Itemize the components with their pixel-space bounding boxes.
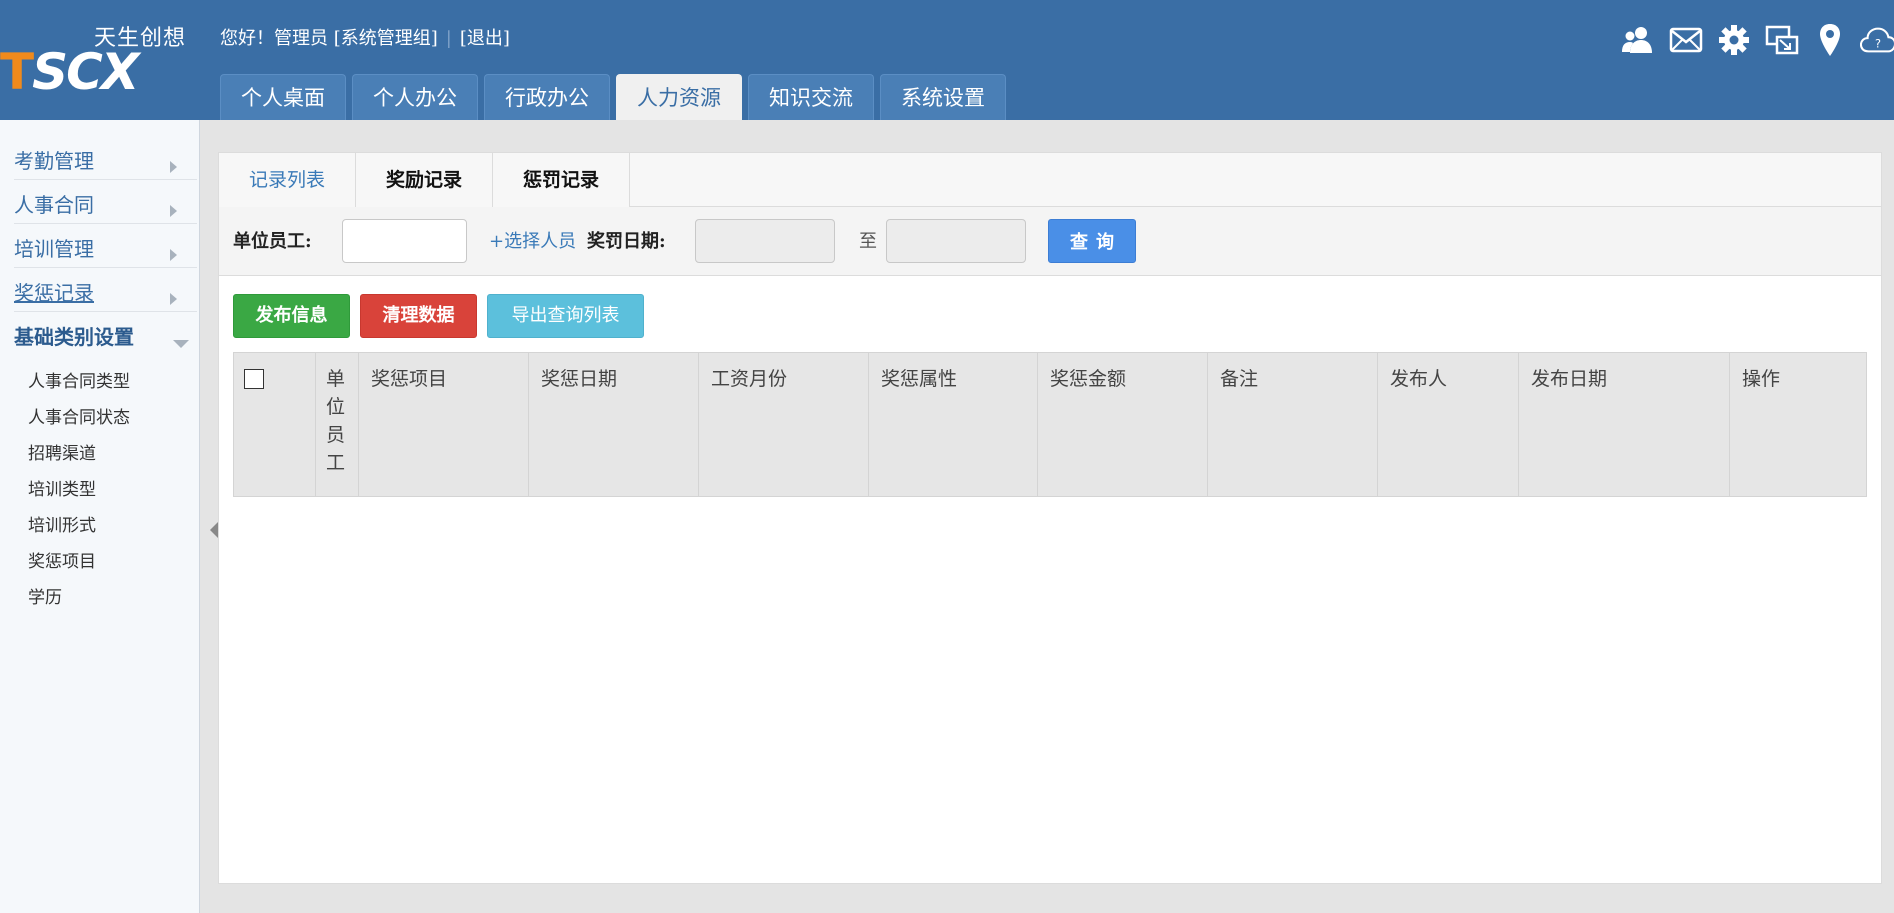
sidebar-item-label: 人事合同: [14, 193, 94, 217]
select-all-checkbox[interactable]: [244, 369, 264, 389]
submenu-item-training-form[interactable]: 培训形式: [0, 508, 199, 544]
clear-data-button[interactable]: 清理数据: [360, 294, 477, 338]
main-tab-system-settings[interactable]: 系统设置: [880, 74, 1006, 120]
sidebar-item-attendance[interactable]: 考勤管理: [14, 136, 197, 180]
tsclx-logo: TSCX 天生创想: [0, 20, 200, 101]
tab-reward-records[interactable]: 奖励记录: [356, 153, 493, 207]
sidebar-item-label: 考勤管理: [14, 149, 94, 173]
export-list-button[interactable]: 导出查询列表: [487, 294, 644, 338]
submenu-item-reward-item[interactable]: 奖惩项目: [0, 544, 199, 580]
date-from-input[interactable]: [695, 219, 835, 263]
employee-input[interactable]: [342, 219, 467, 263]
chevron-right-icon: [170, 205, 177, 217]
cloud-help-icon[interactable]: ?: [1860, 22, 1894, 58]
gear-icon[interactable]: [1716, 22, 1752, 58]
main-tab-knowledge-exchange[interactable]: 知识交流: [748, 74, 874, 120]
date-label: 奖罚日期:: [587, 231, 666, 252]
top-icon-bar: ?: [1620, 22, 1894, 58]
column-header[interactable]: 发布人: [1378, 353, 1519, 496]
chevron-right-icon: [170, 293, 177, 305]
chevron-down-icon: [173, 340, 189, 348]
sidebar-item-label: 培训管理: [14, 237, 94, 261]
main-panel: 记录列表 奖励记录 惩罚记录 单位员工: +选择人员 奖罚日期: 至 查询 发布…: [218, 152, 1882, 884]
column-header[interactable]: 奖惩项目: [359, 353, 529, 496]
main-tab-human-resources[interactable]: 人力资源: [616, 74, 742, 120]
submenu-item-recruit-channel[interactable]: 招聘渠道: [0, 436, 199, 472]
mail-icon[interactable]: [1668, 22, 1704, 58]
submenu-item-contract-status[interactable]: 人事合同状态: [0, 400, 199, 436]
sidebar-item-rewards-records[interactable]: 奖惩记录: [14, 268, 197, 312]
top-header: TSCX 天生创想 您好！管理员 [系统管理组] | [退出] ? 个人桌面 个…: [0, 0, 1894, 120]
tab-record-list[interactable]: 记录列表: [219, 153, 356, 207]
sidebar-item-contracts[interactable]: 人事合同: [14, 180, 197, 224]
column-header[interactable]: 奖惩日期: [529, 353, 699, 496]
chevron-right-icon: [170, 161, 177, 173]
sidebar: 考勤管理 人事合同 培训管理 奖惩记录 基础类别设置 人事合同类型 人事合同状态…: [0, 120, 200, 913]
main-nav-tabs: 个人桌面 个人办公 行政办公 人力资源 知识交流 系统设置: [220, 74, 1006, 120]
sub-tabs: 记录列表 奖励记录 惩罚记录: [219, 153, 1881, 207]
sidebar-submenu: 人事合同类型 人事合同状态 招聘渠道 培训类型 培训形式 奖惩项目 学历: [0, 364, 199, 616]
user-bar: 您好！管理员 [系统管理组] | [退出]: [220, 26, 510, 52]
logo-chinese-text: 天生创想: [94, 26, 187, 51]
submenu-item-training-type[interactable]: 培训类型: [0, 472, 199, 508]
screen-share-icon[interactable]: [1764, 22, 1800, 58]
search-button[interactable]: 查询: [1048, 219, 1136, 263]
main-tab-admin-office[interactable]: 行政办公: [484, 74, 610, 120]
action-bar: 发布信息 清理数据 导出查询列表: [219, 276, 1881, 352]
date-range-to-label: 至: [859, 231, 877, 252]
date-to-input[interactable]: [886, 219, 1026, 263]
column-header[interactable]: 操作: [1730, 353, 1866, 496]
filter-bar: 单位员工: +选择人员 奖罚日期: 至 查询: [219, 207, 1881, 276]
main-tab-personal-office[interactable]: 个人办公: [352, 74, 478, 120]
chevron-right-icon: [170, 249, 177, 261]
tab-penalty-records[interactable]: 惩罚记录: [493, 153, 630, 207]
select-all-cell: [234, 353, 316, 496]
svg-text:?: ?: [1875, 37, 1881, 51]
column-header[interactable]: 奖惩金额: [1038, 353, 1208, 496]
records-table-header: 单位员工 奖惩项目 奖惩日期 工资月份 奖惩属性 奖惩金额 备注 发布人 发布日…: [233, 352, 1867, 497]
column-header[interactable]: 单位员工: [316, 353, 359, 496]
submenu-item-contract-type[interactable]: 人事合同类型: [0, 364, 199, 400]
user-greeting: 您好！管理员 [系统管理组]: [220, 28, 438, 49]
sidebar-item-label: 基础类别设置: [14, 325, 134, 349]
submenu-item-education[interactable]: 学历: [0, 580, 199, 616]
main-tab-personal-desktop[interactable]: 个人桌面: [220, 74, 346, 120]
sidebar-collapse-handle[interactable]: [210, 522, 218, 538]
users-icon[interactable]: [1620, 22, 1656, 58]
sidebar-item-base-categories[interactable]: 基础类别设置: [14, 312, 197, 356]
publish-button[interactable]: 发布信息: [233, 294, 350, 338]
column-header[interactable]: 奖惩属性: [869, 353, 1038, 496]
user-bar-separator: |: [445, 28, 452, 49]
sidebar-item-label: 奖惩记录: [14, 281, 94, 305]
logo-letter-t: T: [0, 43, 34, 101]
logout-link[interactable]: [退出]: [460, 26, 510, 52]
location-pin-icon[interactable]: [1812, 22, 1848, 58]
column-header[interactable]: 发布日期: [1519, 353, 1730, 496]
column-header[interactable]: 备注: [1208, 353, 1378, 496]
select-person-link[interactable]: +选择人员: [489, 229, 576, 255]
sidebar-item-training[interactable]: 培训管理: [14, 224, 197, 268]
column-header[interactable]: 工资月份: [699, 353, 869, 496]
employee-label: 单位员工:: [233, 231, 312, 252]
